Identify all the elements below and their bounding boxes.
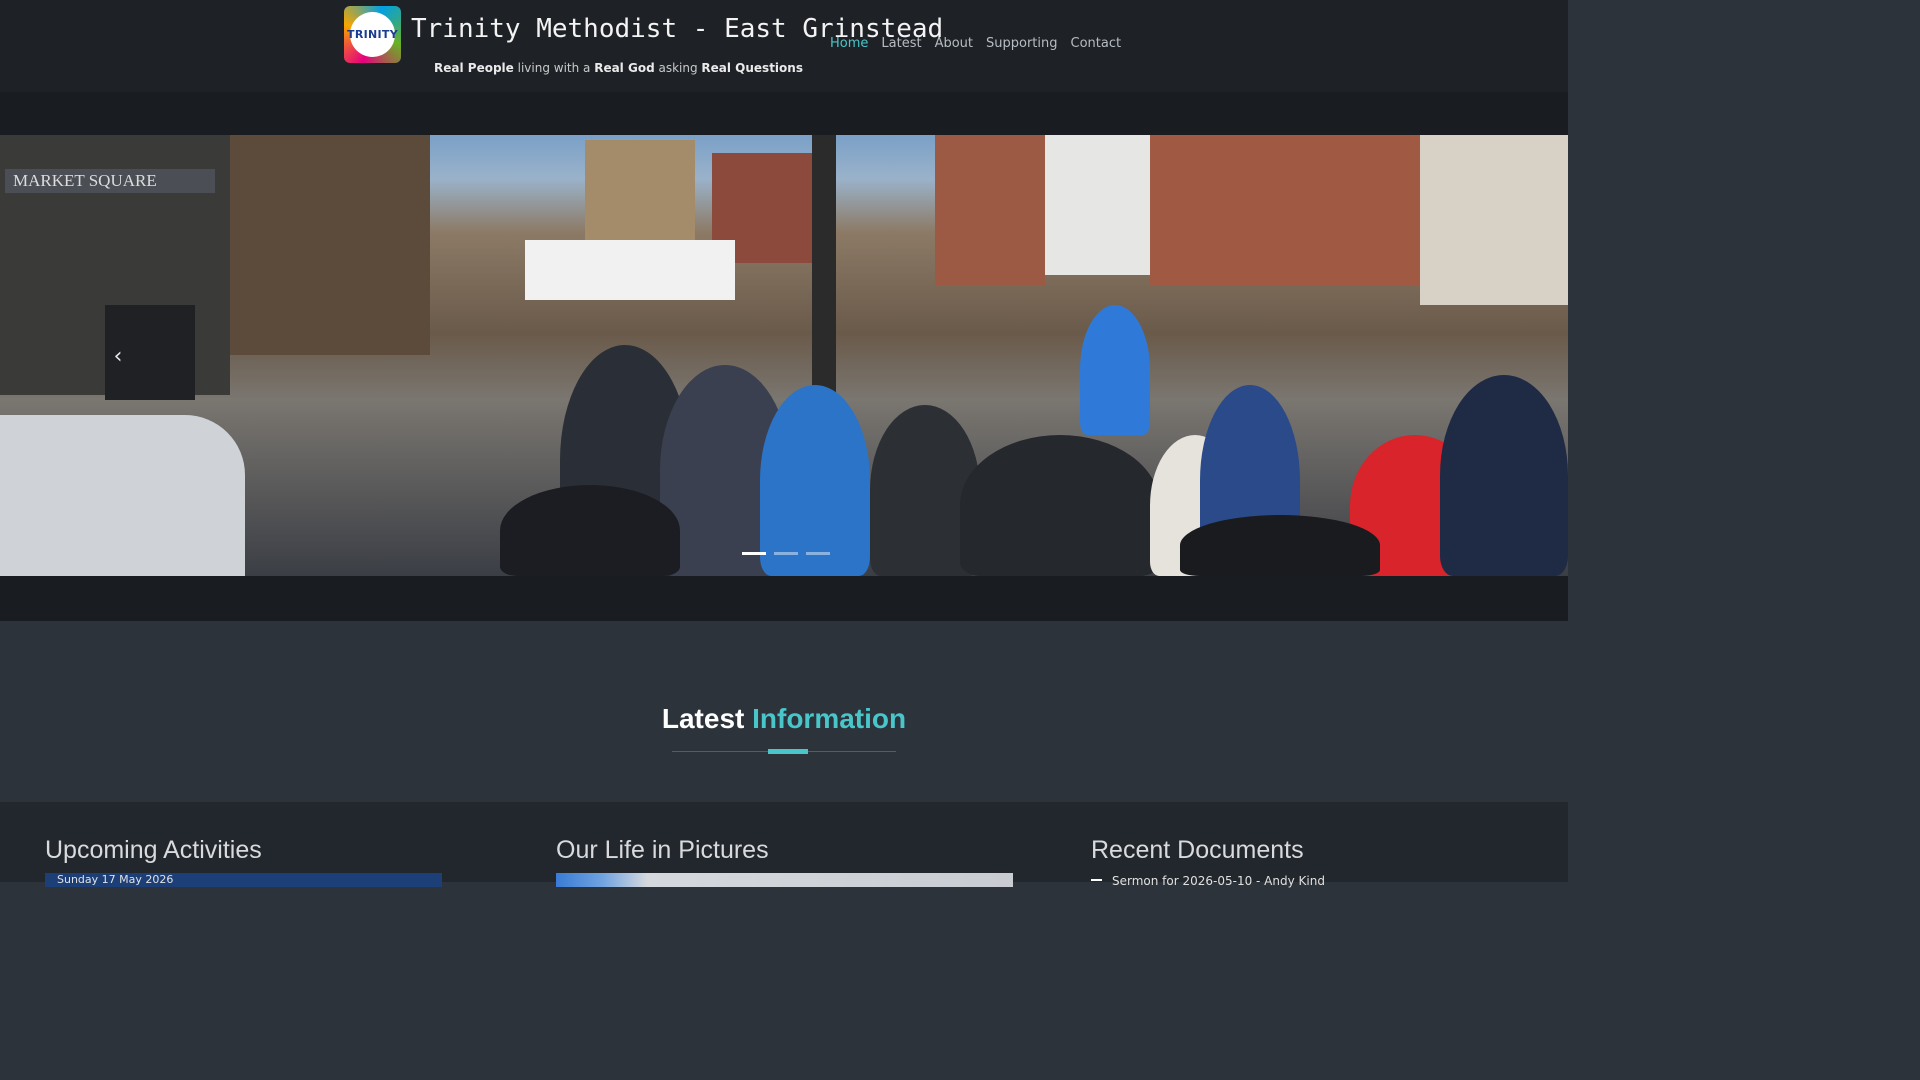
pictures-thumbnail[interactable]	[556, 873, 1013, 887]
document-item[interactable]: Sermon for 2026-05-10 - Andy Kind	[1091, 874, 1325, 888]
tagline-text-2: asking	[654, 61, 702, 75]
nav-home[interactable]: Home	[830, 36, 868, 51]
activity-date-bar[interactable]: Sunday 17 May 2026	[45, 873, 442, 887]
market-square-sign: MARKET SQUARE	[5, 169, 215, 193]
upcoming-activities-heading: Upcoming Activities	[45, 836, 262, 864]
stone-building	[585, 140, 695, 250]
latest-heading: Latest Information	[0, 703, 1568, 735]
crowd-person	[500, 485, 680, 576]
main-nav: Home Latest About Supporting Contact	[830, 36, 1134, 51]
slider-indicator-1[interactable]	[742, 552, 766, 555]
crowd-person	[1440, 375, 1568, 576]
brick-terrace	[1150, 135, 1420, 285]
tagline-bold-1: Real People	[434, 61, 514, 75]
life-in-pictures-heading: Our Life in Pictures	[556, 836, 769, 864]
hero-slide-photo: MARKET SQUARE	[0, 135, 1568, 576]
white-van	[525, 240, 735, 300]
site-header: TRINITY Trinity Methodist - East Grinste…	[0, 0, 1568, 92]
nav-contact[interactable]: Contact	[1071, 36, 1122, 51]
site-tagline: Real People living with a Real God askin…	[434, 61, 803, 75]
white-vehicle	[0, 415, 245, 576]
chevron-left-icon: ‹	[113, 344, 123, 369]
tudor-building	[230, 135, 430, 355]
cream-building	[1420, 135, 1568, 305]
document-label: Sermon for 2026-05-10 - Andy Kind	[1112, 874, 1325, 888]
slider-indicator-3[interactable]	[806, 552, 830, 555]
nav-latest[interactable]: Latest	[881, 36, 921, 51]
slider-indicator-2[interactable]	[774, 552, 798, 555]
nav-about[interactable]: About	[935, 36, 973, 51]
latest-section: Latest Information	[0, 621, 1568, 802]
lamp-post	[812, 135, 836, 395]
tagline-text-1: living with a	[513, 61, 595, 75]
trinity-logo[interactable]: TRINITY	[344, 6, 401, 63]
recent-documents-heading: Recent Documents	[1091, 836, 1304, 864]
crowd-person	[960, 435, 1160, 576]
slider-indicators	[742, 552, 830, 555]
crowd-person	[1180, 515, 1380, 576]
heading-accent-bar	[768, 749, 808, 754]
brick-building-2	[935, 135, 1045, 285]
tagline-bold-2: Real God	[594, 61, 655, 75]
nav-supporting[interactable]: Supporting	[986, 36, 1058, 51]
latest-heading-white: Latest	[661, 703, 745, 734]
info-columns: Upcoming Activities Sunday 17 May 2026 O…	[0, 802, 1568, 888]
white-building	[1045, 135, 1150, 275]
logo-text: TRINITY	[347, 12, 398, 57]
crowd-person	[760, 385, 870, 576]
slider-prev-button[interactable]: ‹	[108, 345, 128, 369]
crowd-person	[1080, 305, 1150, 435]
tagline-bold-3: Real Questions	[701, 61, 803, 75]
latest-heading-accent: Information	[752, 703, 907, 734]
document-icon	[1091, 878, 1102, 885]
